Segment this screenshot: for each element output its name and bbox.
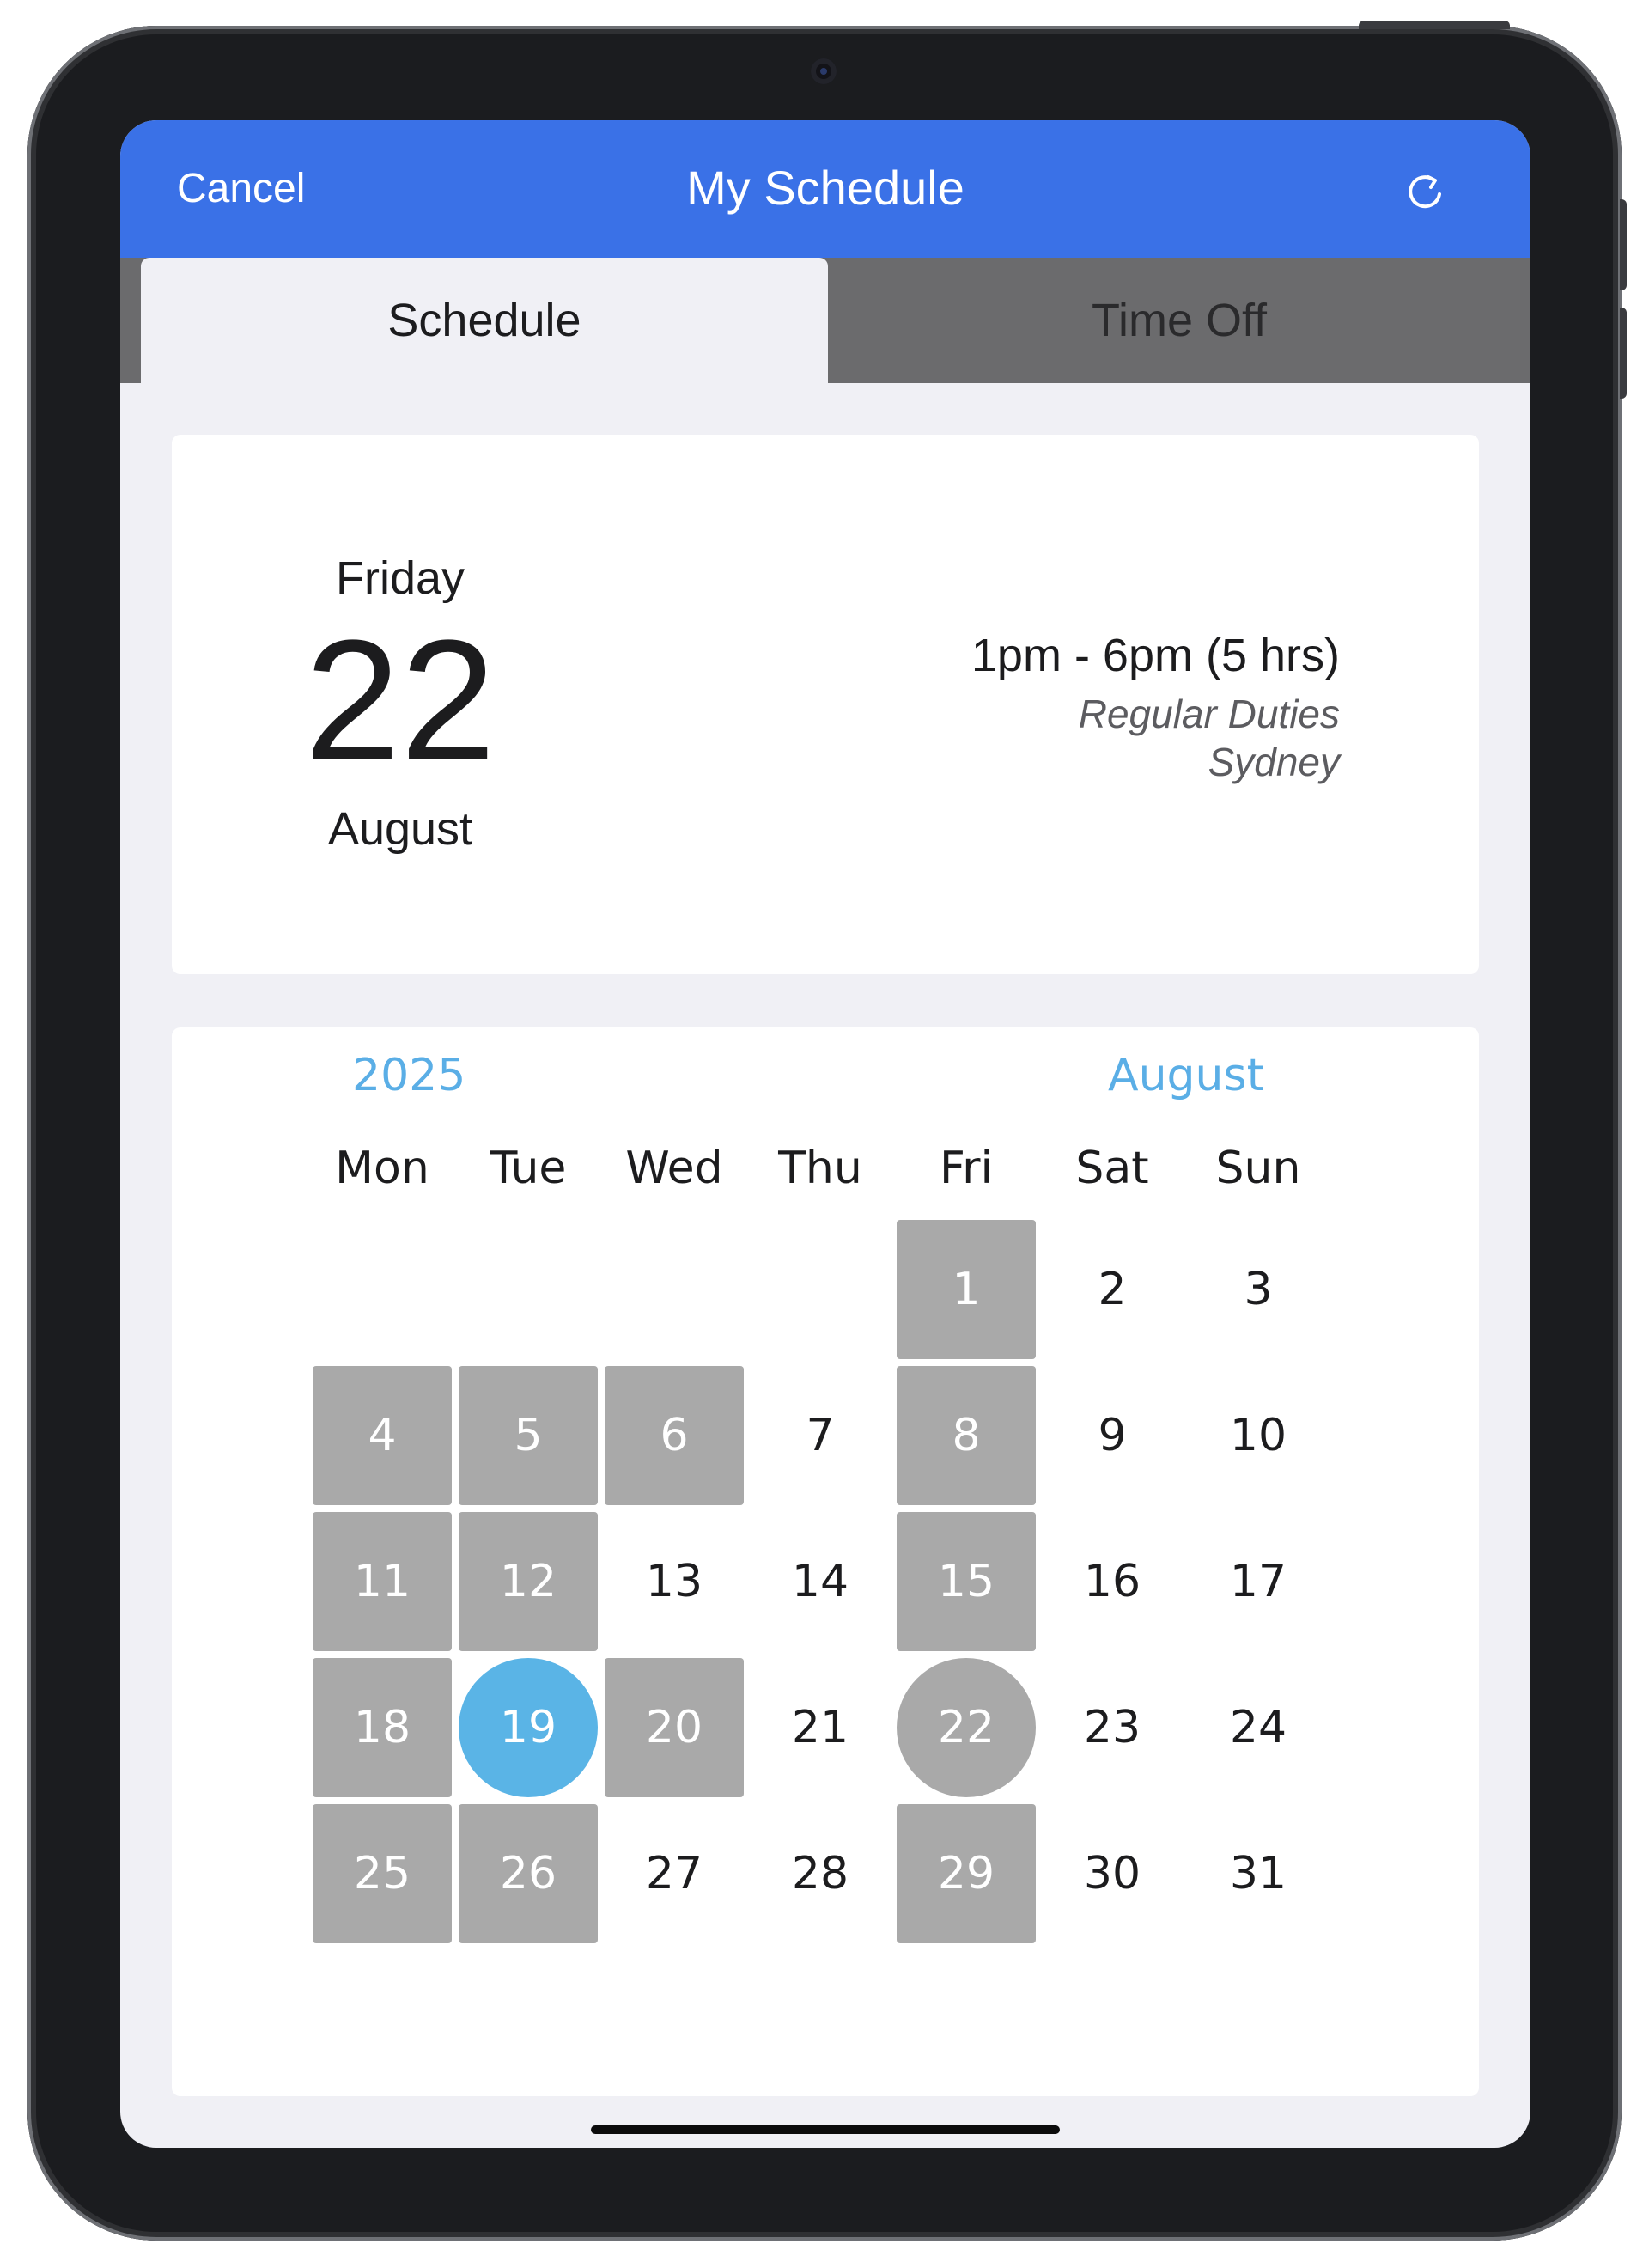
segmented-tabs: Schedule Time Off	[120, 258, 1530, 383]
calendar-day-25[interactable]: 25	[313, 1804, 452, 1943]
calendar-day-18[interactable]: 18	[313, 1658, 452, 1797]
app-screen: Cancel My Schedule Schedule Time Off Fri…	[120, 120, 1530, 2148]
calendar-day-9[interactable]: 9	[1043, 1366, 1182, 1505]
calendar-day-7[interactable]: 7	[751, 1366, 890, 1505]
weekday-sun: Sun	[1215, 1143, 1301, 1194]
volume-up-button	[1620, 199, 1627, 290]
calendar-day-2[interactable]: 2	[1043, 1220, 1182, 1359]
shift-time: 1pm - 6pm (5 hrs)	[971, 630, 1340, 681]
calendar-day-31[interactable]: 31	[1189, 1804, 1328, 1943]
calendar-day-29[interactable]: 29	[897, 1804, 1036, 1943]
navigation-bar: Cancel My Schedule	[120, 120, 1530, 258]
weekday-thu: Thu	[778, 1143, 862, 1194]
shift-location: Sydney	[1208, 740, 1340, 784]
top-button	[1359, 21, 1510, 29]
refresh-icon[interactable]	[1400, 165, 1451, 216]
calendar-day-6[interactable]: 6	[605, 1366, 744, 1505]
calendar-day-4[interactable]: 4	[313, 1366, 452, 1505]
calendar-day-28[interactable]: 28	[751, 1804, 890, 1943]
calendar-day-16[interactable]: 16	[1043, 1512, 1182, 1651]
shift-month: August	[327, 803, 473, 855]
calendar-month[interactable]: August	[1108, 1050, 1264, 1101]
calendar-year[interactable]: 2025	[352, 1050, 465, 1101]
calendar-day-10[interactable]: 10	[1189, 1366, 1328, 1505]
calendar-day-19[interactable]: 19	[459, 1658, 598, 1797]
calendar-day-12[interactable]: 12	[459, 1512, 598, 1651]
calendar-day-20[interactable]: 20	[605, 1658, 744, 1797]
shift-detail-card: Friday 22 August 1pm - 6pm (5 hrs) Regul…	[172, 435, 1479, 974]
weekday-fri: Fri	[940, 1143, 993, 1194]
calendar-card: 2025 August Mon Tue Wed Thu Fri Sat Sun 123456…	[172, 1027, 1479, 2096]
page-title: My Schedule	[686, 161, 964, 215]
weekday-sat: Sat	[1075, 1143, 1149, 1194]
weekday-header: Mon Tue Wed Thu Fri Sat Sun	[313, 1143, 1335, 1203]
calendar-day-21[interactable]: 21	[751, 1658, 890, 1797]
calendar-day-11[interactable]: 11	[313, 1512, 452, 1651]
calendar-day-30[interactable]: 30	[1043, 1804, 1182, 1943]
shift-day-number: 22	[304, 605, 496, 796]
tab-time-off[interactable]: Time Off	[828, 258, 1530, 383]
calendar-day-22[interactable]: 22	[897, 1658, 1036, 1797]
calendar-day-15[interactable]: 15	[897, 1512, 1036, 1651]
calendar-day-5[interactable]: 5	[459, 1366, 598, 1505]
front-camera	[811, 58, 837, 84]
calendar-day-17[interactable]: 17	[1189, 1512, 1328, 1651]
shift-day-name: Friday	[335, 552, 465, 604]
tab-schedule[interactable]: Schedule	[141, 258, 828, 383]
shift-role: Regular Duties	[1078, 692, 1340, 736]
calendar-day-13[interactable]: 13	[605, 1512, 744, 1651]
weekday-tue: Tue	[490, 1143, 567, 1194]
calendar-day-24[interactable]: 24	[1189, 1658, 1328, 1797]
weekday-wed: Wed	[625, 1143, 723, 1194]
home-indicator[interactable]	[591, 2125, 1060, 2134]
volume-down-button	[1620, 308, 1627, 399]
calendar-grid: 1 2 3 4 5 6 7 8 9 10 11 12 13 14 15 16 17 18 19 20 21 22 23 24 2…	[313, 1220, 1335, 1950]
calendar-day-23[interactable]: 23	[1043, 1658, 1182, 1797]
weekday-mon: Mon	[335, 1143, 429, 1194]
calendar-day-27[interactable]: 27	[605, 1804, 744, 1943]
calendar-day-3[interactable]: 3	[1189, 1220, 1328, 1359]
calendar-day-1[interactable]: 1	[897, 1220, 1036, 1359]
calendar-day-8[interactable]: 8	[897, 1366, 1036, 1505]
calendar-day-14[interactable]: 14	[751, 1512, 890, 1651]
calendar-day-26[interactable]: 26	[459, 1804, 598, 1943]
